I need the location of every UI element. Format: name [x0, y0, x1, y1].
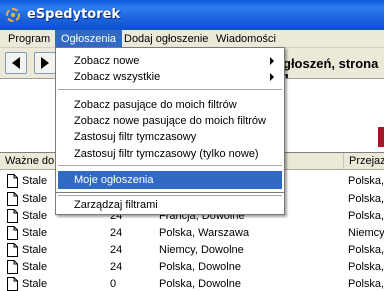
menu-item-moje-ogloszenia[interactable]: Moje ogłoszenia — [58, 171, 282, 189]
app-logo-icon — [6, 8, 20, 22]
document-icon — [7, 277, 18, 291]
document-icon — [7, 209, 18, 223]
cell-valid-until: Stale — [22, 278, 48, 290]
submenu-arrow-icon — [270, 73, 274, 81]
menu-wiadomosci[interactable]: Wiadomości — [210, 30, 282, 48]
arrow-left-icon — [12, 57, 20, 69]
previous-page-button[interactable] — [5, 52, 27, 74]
ogloszenia-dropdown-menu-bottom: Zarządzaj filtrami — [55, 193, 285, 215]
menu-item-zobacz-wszystkie[interactable]: Zobacz wszystkie — [58, 68, 282, 86]
document-icon — [7, 243, 18, 257]
cell-route: Polska, — [348, 175, 384, 187]
menu-item-zarzadzaj-filtrami[interactable]: Zarządzaj filtrami — [58, 197, 282, 213]
menu-item-filtr-tymczasowy-nowe[interactable]: Zastosuj filtr tymczasowy (tylko nowe) — [58, 145, 282, 163]
menu-separator — [58, 89, 282, 90]
menu-bar: Program Ogłoszenia Dodaj ogłoszenie Wiad… — [0, 30, 384, 48]
arrow-right-icon — [41, 57, 49, 69]
menu-separator — [58, 165, 282, 166]
window-title: eSpedytorek — [27, 7, 121, 22]
document-icon — [7, 260, 18, 274]
document-icon — [7, 174, 18, 188]
menu-dodaj-ogloszenie[interactable]: Dodaj ogłoszenie — [118, 30, 214, 48]
menu-item-label: Zobacz wszystkie — [74, 71, 161, 83]
cell-destination: Polska, Dowolne — [159, 278, 241, 290]
menu-item-label: Zobacz nowe — [74, 55, 140, 67]
cell-valid-until: Stale — [22, 175, 48, 187]
column-header-przejazd[interactable]: Przejaz — [344, 153, 384, 170]
table-row[interactable]: Stale 0 Polska, Dowolne Polska, — [0, 275, 384, 291]
menu-ogloszenia[interactable]: Ogłoszenia — [55, 30, 123, 48]
menu-separator — [58, 195, 282, 196]
submenu-arrow-icon — [270, 57, 274, 65]
title-bar: eSpedytorek — [0, 0, 384, 30]
document-icon — [7, 192, 18, 206]
next-page-button[interactable] — [34, 52, 56, 74]
cell-value: 0 — [110, 278, 117, 290]
menu-program[interactable]: Program — [2, 30, 56, 48]
accent-bar — [378, 127, 384, 147]
menu-item-filtr-tymczasowy[interactable]: Zastosuj filtr tymczasowy — [58, 128, 282, 146]
document-icon — [7, 226, 18, 240]
ogloszenia-dropdown-menu: Zobacz nowe Zobacz wszystkie Zobacz pasu… — [55, 47, 285, 193]
cell-route: Polska, — [348, 278, 384, 290]
